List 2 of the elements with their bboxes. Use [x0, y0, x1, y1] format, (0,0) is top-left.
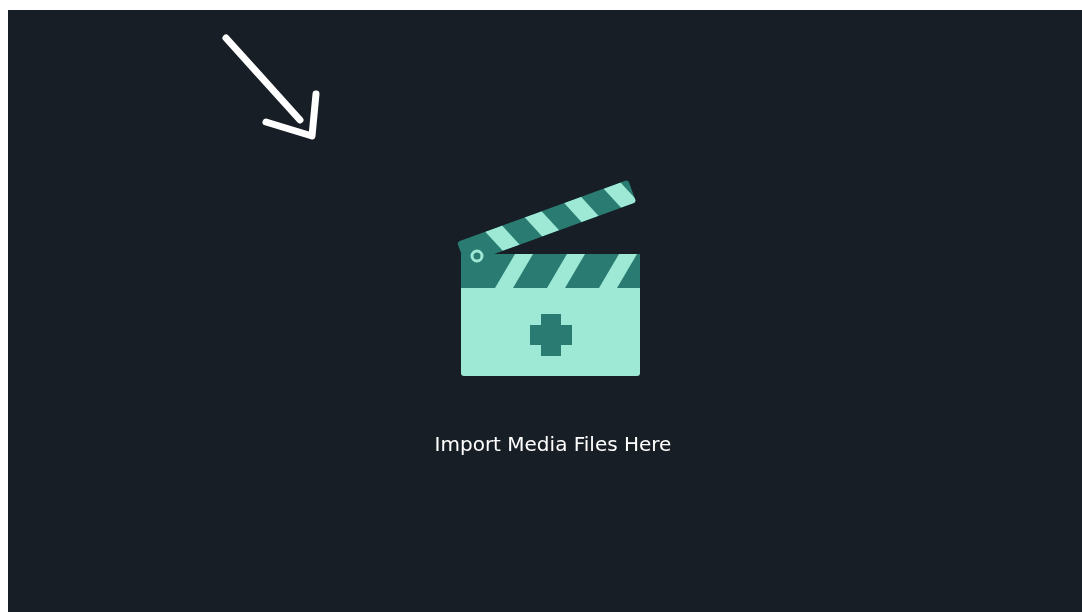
import-label: Import Media Files Here	[434, 432, 672, 456]
drop-area[interactable]: Import Media Files Here	[8, 10, 1082, 612]
